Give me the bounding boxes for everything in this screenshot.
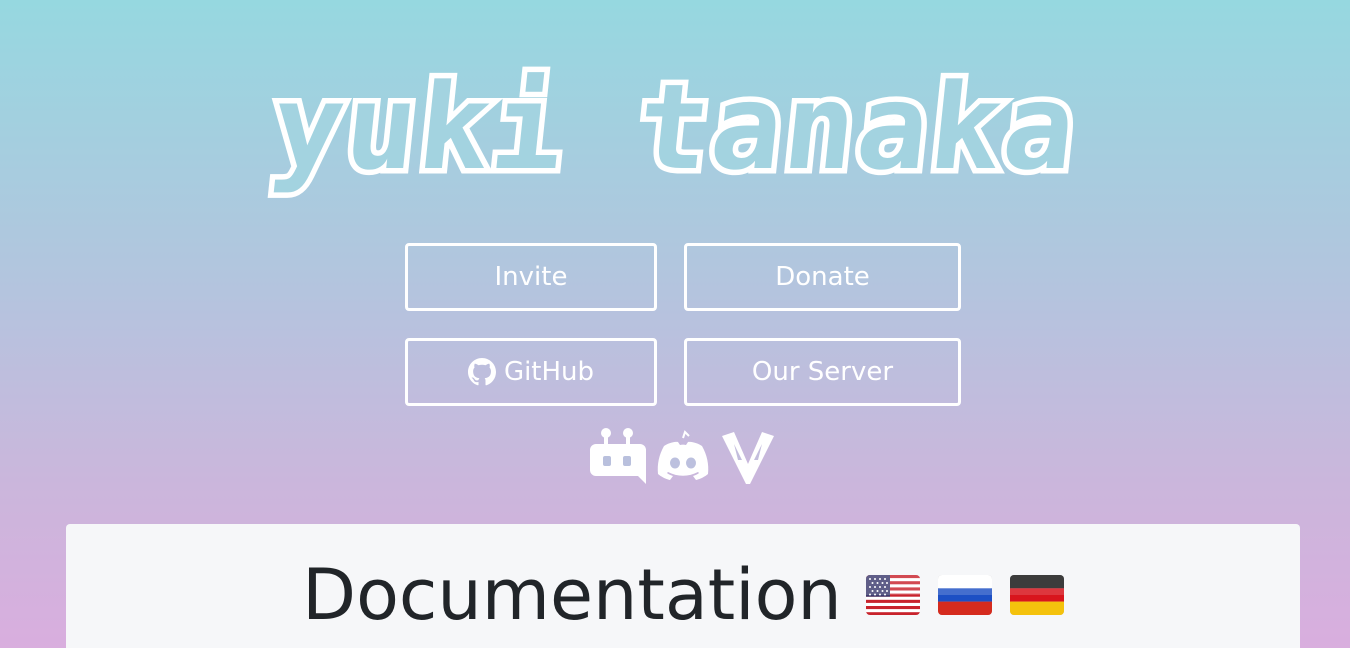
github-button-label: GitHub <box>503 357 595 387</box>
documentation-title: Documentation <box>302 554 842 636</box>
documentation-panel: Documentation <box>66 524 1300 648</box>
our-server-button-label: Our Server <box>751 357 894 387</box>
invite-button-label: Invite <box>494 262 568 292</box>
robot-icon[interactable] <box>590 426 646 492</box>
our-server-button[interactable]: Our Server <box>684 338 961 406</box>
logo-title: yuki tanaka <box>261 53 1090 202</box>
github-icon <box>467 358 496 386</box>
us-flag-icon[interactable] <box>865 575 920 615</box>
germany-flag-icon[interactable] <box>1009 575 1064 615</box>
listing-badges <box>588 424 778 492</box>
github-button[interactable]: GitHub <box>405 338 657 406</box>
donate-button[interactable]: Donate <box>684 243 961 311</box>
documentation-header: Documentation <box>66 552 1300 638</box>
russia-flag-icon[interactable] <box>937 575 992 615</box>
invite-button[interactable]: Invite <box>405 243 657 311</box>
discord-icon[interactable] <box>654 430 712 488</box>
donate-button-label: Donate <box>775 262 870 292</box>
v-wings-icon[interactable] <box>720 430 776 486</box>
